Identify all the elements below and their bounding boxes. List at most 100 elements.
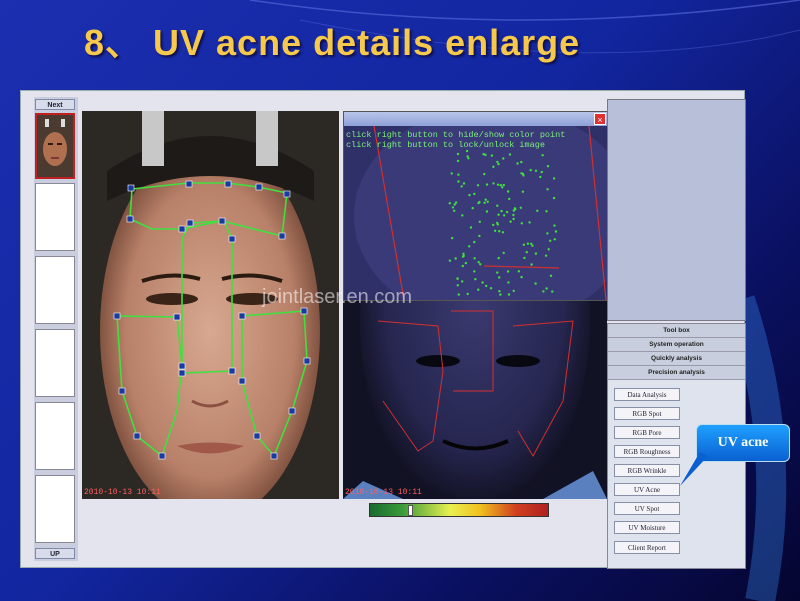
acne-point [492,223,495,227]
acne-point [496,221,499,225]
acne-point [520,222,523,225]
acne-point [540,170,543,174]
acne-point [507,293,511,296]
thumbnail-slot[interactable] [35,256,75,324]
acne-point [484,153,487,157]
client-report-button[interactable]: Client Report [614,541,680,554]
acne-point [549,239,552,242]
acne-point [539,175,542,179]
acne-point [545,210,548,213]
acne-point [503,214,506,217]
acne-point [489,287,493,290]
acne-point [507,281,510,284]
rgb-pore-button[interactable]: RGB Pore [614,426,680,439]
acne-point [520,275,523,279]
acne-point [546,188,549,191]
acne-point [473,257,476,260]
acne-point [462,182,466,185]
acne-point [546,232,549,235]
acne-point [521,190,525,193]
acne-point [466,155,469,158]
acne-point [501,231,505,234]
acne-point [546,165,550,168]
acne-point [461,280,464,283]
acne-point [478,234,481,238]
acne-point [473,270,476,273]
up-button[interactable]: UP [35,548,75,559]
acne-point [508,197,511,201]
acne-point [469,226,473,229]
acne-point [499,184,502,187]
face-thumbnail-icon [37,115,73,177]
data-analysis-button[interactable]: Data Analysis [614,388,680,401]
acne-point [486,200,489,203]
acne-point [530,242,533,245]
thumbnail-slot[interactable] [35,329,75,397]
uv-spot-button[interactable]: UV Spot [614,502,680,515]
acne-point [462,254,465,258]
app-window: Next UP 2010-10-13 10:11 2010-10-13 10:1… [20,90,746,569]
menu-quickly-analysis[interactable]: Quickly analysis [608,352,745,366]
acne-point [496,183,500,186]
acne-point [464,261,468,265]
acne-point [451,236,454,240]
acne-point [456,284,459,287]
acne-point [549,274,553,277]
rgb-wrinkle-button[interactable]: RGB Wrinkle [614,464,680,477]
uv-enlarge-popup[interactable]: × click right button to hide/show color … [343,111,609,301]
severity-color-scale[interactable] [369,503,549,517]
scale-slider-handle[interactable] [408,505,413,516]
close-icon[interactable]: × [594,113,606,125]
acne-point [508,153,512,156]
acne-point [474,278,477,281]
watermark: jointlaser.en.com [262,286,413,308]
acne-point [520,172,523,175]
acne-point [516,162,519,165]
thumbnail-slot[interactable] [35,183,75,251]
acne-point [484,198,487,201]
acne-point [501,186,504,189]
next-button[interactable]: Next [35,99,75,110]
acne-point [485,183,489,186]
acne-point [551,290,554,293]
acne-point [536,209,539,212]
uv-moisture-button[interactable]: UV Moisture [614,521,680,534]
acne-point [553,238,556,241]
rgb-roughness-button[interactable]: RGB Roughness [614,445,680,458]
acne-point [448,202,451,205]
acne-point [490,154,494,157]
acne-point [522,243,526,246]
popup-instruction-2: click right button to lock/unlock image [346,140,545,150]
thumbnail-slot[interactable] [35,475,75,543]
acne-point [523,256,526,260]
thumbnail-slot[interactable] [35,402,75,470]
acne-point [497,213,500,216]
acne-point [506,190,510,193]
acne-point [481,281,484,284]
acne-point [468,245,471,248]
acne-point [453,203,456,206]
acne-point [502,157,505,160]
acne-point [496,271,499,274]
acne-point [525,251,528,254]
acne-point [462,252,465,255]
acne-point [473,240,476,244]
acne-point [468,193,471,197]
acne-point [485,284,488,288]
acne-point [454,257,457,260]
acne-point [461,214,464,217]
slide-title: 8、 UV acne details enlarge [84,22,581,63]
acne-point [451,206,455,209]
acne-point [506,270,510,273]
popup-instruction-1: click right button to hide/show color po… [346,130,566,140]
acne-point [460,185,463,188]
acne-point [519,206,522,209]
menu-system-operation[interactable]: System operation [608,338,745,352]
thumbnail-column: Next UP [34,97,78,561]
menu-precision-analysis[interactable]: Precision analysis [608,366,745,380]
thumbnail-selected[interactable] [35,113,75,179]
uv-acne-button[interactable]: UV Acne [614,483,680,496]
rgb-spot-button[interactable]: RGB Spot [614,407,680,420]
popup-titlebar[interactable] [344,112,608,126]
acne-point [496,204,499,207]
